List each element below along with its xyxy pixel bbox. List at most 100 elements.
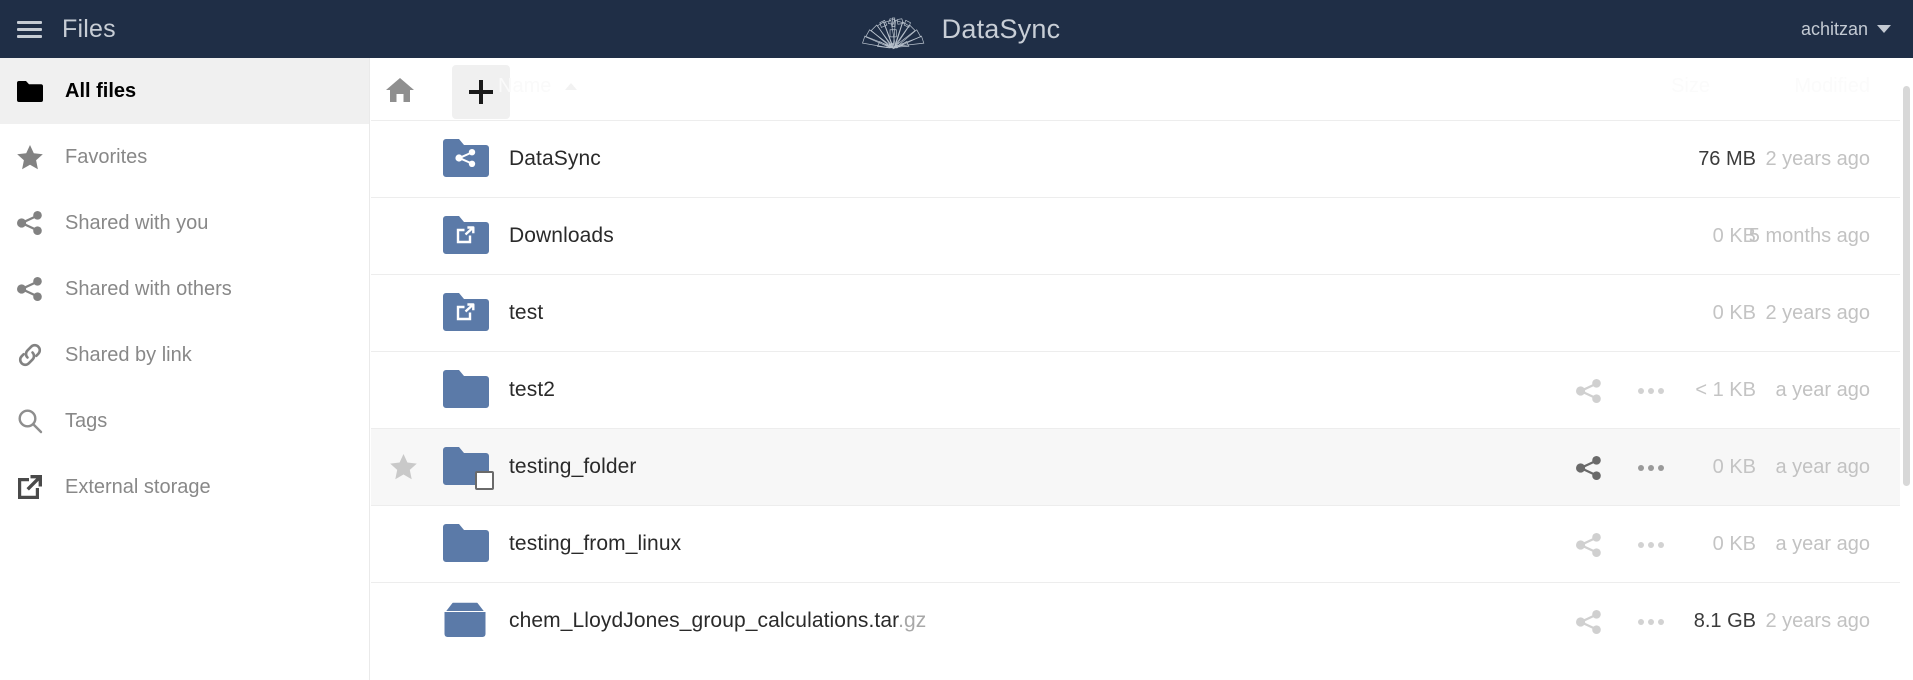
file-size: 8.1 GB (1693, 610, 1756, 632)
table-row[interactable]: Downloads 0 KB 5 months ago (371, 197, 1913, 274)
favorite-star-button[interactable] (371, 454, 435, 480)
brand-name: DataSync (941, 13, 1061, 44)
file-name-extension: .gz (898, 609, 927, 632)
folder-external-icon (435, 216, 497, 256)
hamburger-menu-button[interactable] (0, 0, 58, 58)
file-name-base: DataSync (509, 147, 601, 170)
file-name[interactable]: test2 (497, 378, 555, 402)
file-size: 0 KB (1712, 456, 1756, 478)
sidebar-item-shared-by-link[interactable]: Shared by link (0, 322, 369, 388)
sidebar-item-label: Shared with you (65, 211, 209, 234)
sidebar-item-external-storage[interactable]: External storage (0, 454, 369, 520)
search-icon (17, 408, 61, 434)
sidebar-item-label: Shared with others (65, 277, 232, 300)
file-size: < 1 KB (1695, 379, 1756, 401)
sidebar-item-label: All files (65, 79, 137, 102)
file-name-base: chem_LloydJones_group_calculations.tar (509, 609, 899, 632)
row-actions (1572, 352, 1668, 429)
share-icon[interactable] (1572, 605, 1606, 639)
file-list-area: Name Size Modified DataSync 76 MB 2 years … (371, 58, 1913, 680)
file-icon-wrapper (443, 370, 489, 410)
folder-icon (435, 370, 497, 410)
file-name[interactable]: testing_folder (497, 455, 636, 479)
folder-shared-icon (435, 139, 497, 179)
file-icon-wrapper (443, 447, 494, 490)
sidebar-item-shared-with-you[interactable]: Shared with you (0, 190, 369, 256)
share-icon (17, 211, 61, 235)
file-modified: a year ago (1775, 533, 1870, 555)
file-icon-wrapper (443, 600, 489, 641)
more-actions-icon[interactable] (1634, 605, 1668, 639)
table-row[interactable]: chem_LloydJones_group_calculations.tar.g… (371, 582, 1913, 659)
share-icon[interactable] (1572, 451, 1606, 485)
column-header-name[interactable]: Name (498, 75, 578, 98)
column-header-size[interactable]: Size (1671, 75, 1710, 98)
table-row[interactable]: DataSync 76 MB 2 years ago (371, 120, 1913, 197)
home-breadcrumb-button[interactable] (371, 70, 429, 110)
file-name[interactable]: Downloads (497, 224, 614, 248)
file-modified: 2 years ago (1765, 148, 1870, 170)
column-header-modified[interactable]: Modified (1794, 75, 1870, 98)
file-name-base: test (509, 301, 544, 324)
more-actions-icon[interactable] (1634, 451, 1668, 485)
home-icon (386, 78, 414, 102)
hamburger-icon (16, 17, 42, 42)
file-name[interactable]: chem_LloydJones_group_calculations.tar.g… (497, 609, 926, 633)
user-menu-button[interactable]: achitzan (1801, 0, 1891, 58)
page-title: Files (62, 14, 116, 43)
plus-icon (469, 80, 493, 104)
table-row[interactable]: test 0 KB 2 years ago (371, 274, 1913, 351)
app-header: Files DataSync achitzan (0, 0, 1913, 58)
sidebar-item-tags[interactable]: Tags (0, 388, 369, 454)
file-icon-wrapper (443, 216, 489, 256)
file-modified: a year ago (1775, 456, 1870, 478)
column-header-name-label: Name (498, 75, 552, 97)
file-name-base: testing_folder (509, 455, 637, 478)
link-icon (17, 342, 61, 368)
controls-bar: Name Size Modified (371, 58, 1913, 120)
folder-icon (435, 447, 497, 490)
file-name-base: test2 (509, 378, 556, 401)
folder-external-icon (435, 293, 497, 333)
table-row[interactable]: testing_folder 0 KB a year ago (371, 428, 1913, 505)
table-row[interactable]: testing_from_linux 0 KB a year ago (371, 505, 1913, 582)
sidebar-item-all-files[interactable]: All files (0, 58, 369, 124)
file-modified: 2 years ago (1765, 610, 1870, 632)
file-size: 0 KB (1712, 302, 1756, 324)
sidebar-item-label: Favorites (65, 145, 148, 168)
table-row[interactable]: test2 < 1 KB a year ago (371, 351, 1913, 428)
scrollbar-thumb[interactable] (1903, 86, 1910, 486)
datasync-fan-logo-icon (861, 17, 924, 50)
brand-link[interactable]: DataSync (853, 0, 1061, 58)
row-actions (1572, 506, 1668, 583)
file-modified: a year ago (1775, 379, 1870, 401)
chevron-down-icon (1877, 25, 1891, 33)
share-icon[interactable] (1572, 528, 1606, 562)
file-name-base: testing_from_linux (509, 532, 682, 555)
share-icon[interactable] (1572, 374, 1606, 408)
archive-icon (435, 600, 497, 641)
file-name[interactable]: test (497, 301, 543, 325)
sidebar-item-label: External storage (65, 475, 211, 498)
sort-ascending-caret-icon (565, 83, 578, 90)
username-label: achitzan (1800, 18, 1868, 39)
sidebar-item-shared-with-others[interactable]: Shared with others (0, 256, 369, 322)
file-size: 0 KB (1712, 533, 1756, 555)
folder-icon (17, 80, 61, 102)
row-select-checkbox[interactable] (475, 471, 494, 490)
scrollbar-track[interactable] (1900, 58, 1913, 680)
row-actions (1572, 429, 1668, 506)
sidebar-item-favorites[interactable]: Favorites (0, 124, 369, 190)
sidebar-item-label: Tags (65, 409, 108, 432)
file-size: 76 MB (1698, 148, 1756, 170)
more-actions-icon[interactable] (1634, 374, 1668, 408)
file-list: DataSync 76 MB 2 years ago Downloads 0 KB 5 … (371, 120, 1913, 659)
file-modified: 2 years ago (1765, 302, 1870, 324)
share-icon (17, 277, 61, 301)
more-actions-icon[interactable] (1634, 528, 1668, 562)
file-name[interactable]: testing_from_linux (497, 532, 681, 556)
file-modified: 5 months ago (1748, 225, 1870, 247)
star-icon (17, 144, 61, 170)
file-name[interactable]: DataSync (497, 147, 601, 171)
sidebar-item-label: Shared by link (65, 343, 192, 366)
